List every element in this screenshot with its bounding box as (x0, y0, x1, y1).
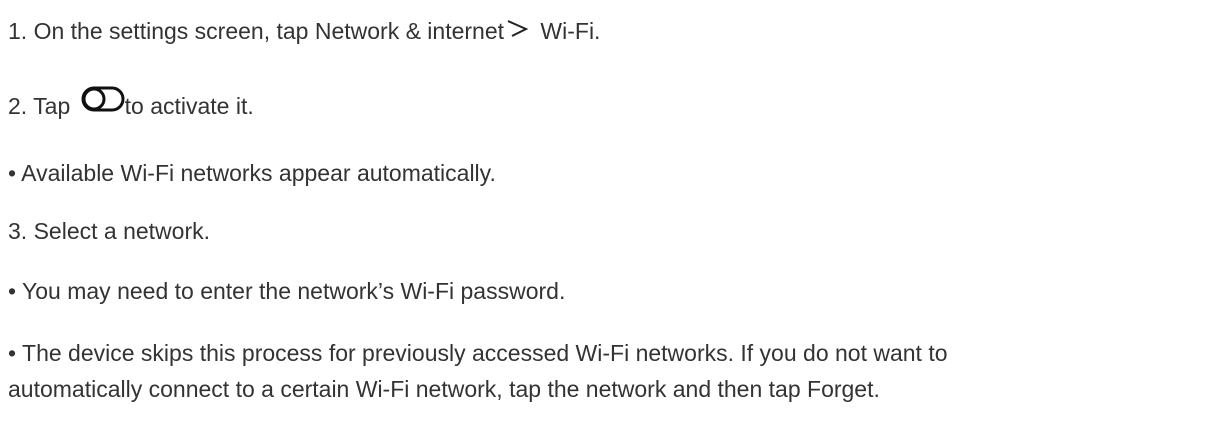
step-1-suffix: Wi-Fi. (534, 18, 601, 44)
instructions-document: 1. On the settings screen, tap Network &… (0, 0, 1219, 432)
bullet-skip-line-1: • The device skips this process for prev… (8, 340, 948, 366)
step-1: 1. On the settings screen, tap Network &… (8, 14, 600, 48)
bullet-skip-line-2: automatically connect to a certain Wi-Fi… (8, 376, 880, 402)
toggle-switch-icon (81, 86, 125, 112)
step-2-text: 2. Tap (8, 93, 77, 119)
step-1-text: 1. On the settings screen, tap Network &… (8, 18, 505, 44)
step-3: 3. Select a network. (8, 218, 210, 244)
bullet-password: • You may need to enter the network’s Wi… (8, 278, 566, 304)
step-2-suffix: to activate it. (124, 93, 254, 119)
step-2: 2. Tap to activate it. (8, 86, 254, 123)
bullet-available: • Available Wi-Fi networks appear automa… (8, 160, 496, 186)
chevron-right-icon (507, 20, 529, 37)
